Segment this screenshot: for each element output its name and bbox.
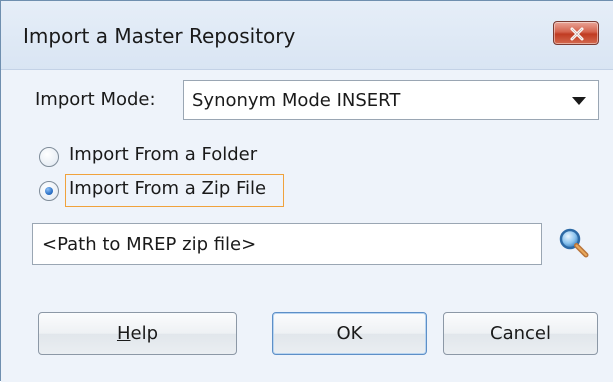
cancel-button[interactable]: Cancel bbox=[443, 312, 598, 355]
chevron-down-icon bbox=[572, 97, 586, 105]
import-from-zip-label[interactable]: Import From a Zip File bbox=[69, 178, 266, 199]
zip-path-value: <Path to MREP zip file> bbox=[42, 234, 257, 255]
import-master-repository-dialog: Import a Master Repository Import Mode: … bbox=[0, 0, 613, 382]
zip-path-input[interactable]: <Path to MREP zip file> bbox=[32, 223, 542, 265]
import-from-folder-radio[interactable] bbox=[39, 147, 59, 167]
radio-selected-dot bbox=[45, 187, 53, 195]
import-from-folder-label[interactable]: Import From a Folder bbox=[69, 144, 257, 165]
import-from-zip-radio[interactable] bbox=[39, 181, 59, 201]
import-mode-value: Synonym Mode INSERT bbox=[192, 90, 401, 111]
window-title: Import a Master Repository bbox=[23, 24, 296, 48]
title-bar: Import a Master Repository bbox=[1, 1, 613, 70]
ok-button[interactable]: OK bbox=[272, 312, 427, 355]
search-icon bbox=[559, 228, 589, 258]
import-mode-label: Import Mode: bbox=[35, 89, 156, 110]
import-mode-select[interactable]: Synonym Mode INSERT bbox=[183, 80, 599, 120]
close-button[interactable] bbox=[553, 21, 599, 45]
help-button[interactable]: Help bbox=[38, 312, 237, 355]
close-icon bbox=[570, 27, 584, 41]
browse-button[interactable] bbox=[556, 225, 592, 261]
